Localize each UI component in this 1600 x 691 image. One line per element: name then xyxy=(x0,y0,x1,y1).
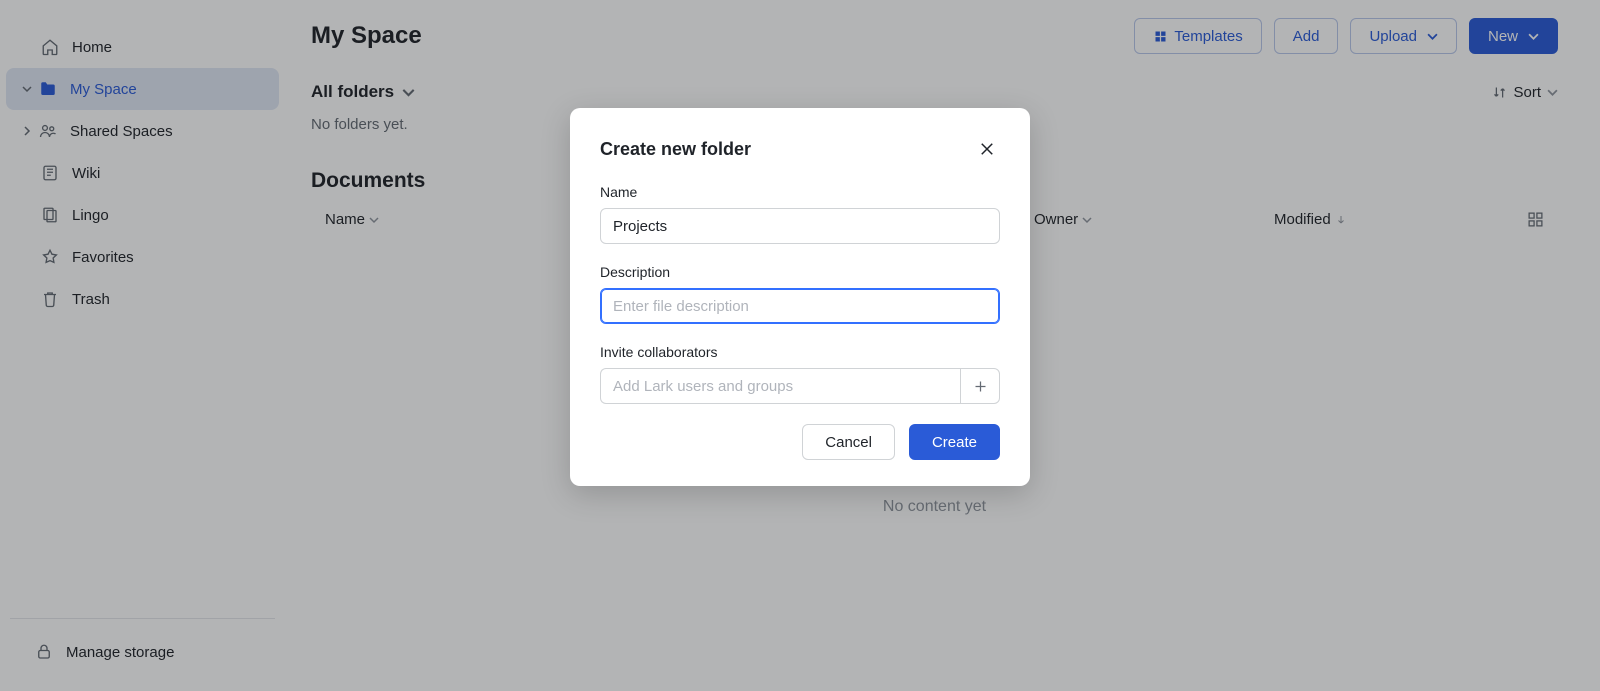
create-button[interactable]: Create xyxy=(909,424,1000,460)
collaborators-input[interactable] xyxy=(600,368,960,404)
plus-icon xyxy=(973,379,988,394)
add-collaborator-button[interactable] xyxy=(960,368,1000,404)
field-name: Name xyxy=(600,184,1000,244)
modal-title: Create new folder xyxy=(600,139,751,160)
field-label: Description xyxy=(600,264,1000,280)
field-description: Description xyxy=(600,264,1000,324)
modal-overlay[interactable]: Create new folder Name Description Invit… xyxy=(0,0,1600,691)
field-label: Invite collaborators xyxy=(600,344,1000,360)
field-collaborators: Invite collaborators xyxy=(600,344,1000,404)
close-icon xyxy=(978,140,996,158)
folder-name-input[interactable] xyxy=(600,208,1000,244)
cancel-button[interactable]: Cancel xyxy=(802,424,895,460)
button-label: Create xyxy=(932,434,977,451)
folder-description-input[interactable] xyxy=(600,288,1000,324)
modal-close-button[interactable] xyxy=(974,136,1000,162)
button-label: Cancel xyxy=(825,434,872,451)
create-folder-modal: Create new folder Name Description Invit… xyxy=(570,108,1030,486)
modal-footer: Cancel Create xyxy=(600,424,1000,460)
field-label: Name xyxy=(600,184,1000,200)
